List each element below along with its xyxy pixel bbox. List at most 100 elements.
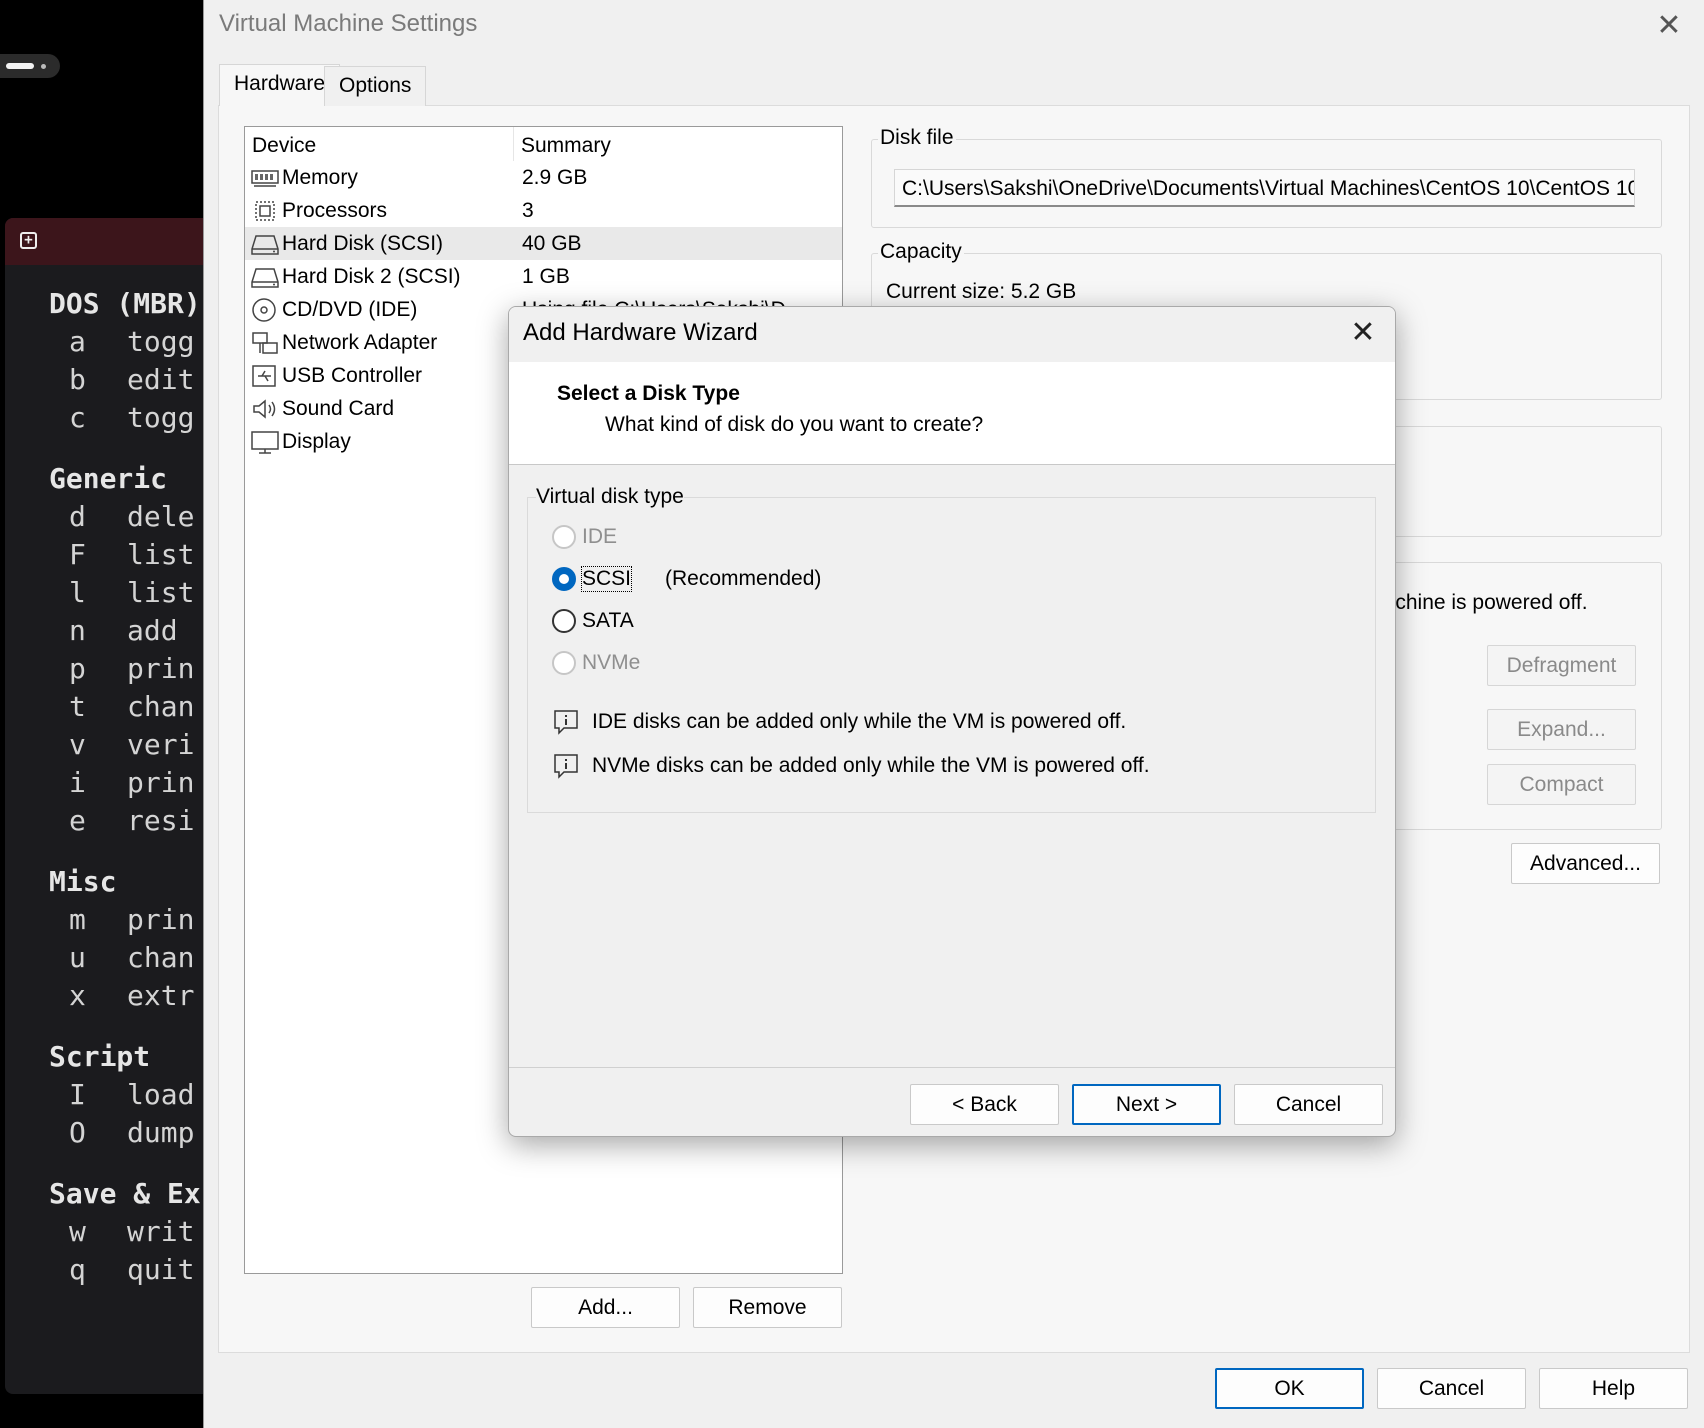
radio-nvme[interactable]: NVMe xyxy=(552,648,640,678)
terminal-command-row: i prin xyxy=(49,764,225,802)
column-header-summary[interactable]: Summary xyxy=(514,127,618,161)
radio-button-sata[interactable] xyxy=(552,609,576,633)
radio-label-ide: IDE xyxy=(582,525,618,548)
current-size-label: Current size: xyxy=(886,280,1006,303)
current-size-text: Current size: 5.2 GB xyxy=(886,280,1076,304)
taskbar-pill[interactable] xyxy=(0,54,60,78)
command-key: n xyxy=(69,614,86,647)
command-key: w xyxy=(69,1215,86,1248)
terminal-command-row: Odump xyxy=(49,1114,225,1152)
command-description: togg xyxy=(127,325,195,358)
column-header-device[interactable]: Device xyxy=(245,127,514,161)
virtual-disk-type-label: Virtual disk type xyxy=(536,485,684,509)
command-description: prin xyxy=(127,903,195,936)
terminal-command-row: v veri xyxy=(49,726,225,764)
wizard-footer-divider xyxy=(509,1067,1395,1068)
device-summary: 1 GB xyxy=(522,264,570,288)
radio-label-scsi: SCSI xyxy=(580,566,633,592)
terminal-section: Generic d dele Flist l list n add p prin t chan v ver… xyxy=(49,460,225,840)
close-icon[interactable]: ✕ xyxy=(1343,313,1383,353)
command-description: togg xyxy=(127,401,195,434)
cancel-button[interactable]: Cancel xyxy=(1377,1368,1526,1409)
device-cell: Network Adapter xyxy=(245,330,514,356)
device-summary: 3 xyxy=(522,198,534,222)
device-name: Memory xyxy=(282,165,358,189)
speaker-icon xyxy=(253,398,276,419)
device-cell: USB Controller xyxy=(245,363,514,389)
command-key: b xyxy=(69,363,86,396)
device-row[interactable]: Hard Disk (SCSI) 40 GB xyxy=(245,227,842,260)
radio-scsi[interactable]: SCSI (Recommended) xyxy=(552,564,821,594)
device-name: Processors xyxy=(282,198,388,222)
device-summary: 2.9 GB xyxy=(522,165,588,189)
terminal-command-row: c togg xyxy=(49,399,225,437)
device-summary: 40 GB xyxy=(522,231,582,255)
command-key: e xyxy=(69,804,86,837)
expand-button[interactable]: Expand... xyxy=(1487,709,1636,750)
command-key: x xyxy=(69,979,86,1012)
terminal-command-row: m prin xyxy=(49,901,225,939)
device-cell: CD/DVD (IDE) xyxy=(245,297,514,323)
info-message-nvme: NVMe disks can be added only while the V… xyxy=(552,752,1150,780)
terminal-section-heading: Misc xyxy=(49,865,117,898)
device-name: Hard Disk 2 (SCSI) xyxy=(282,264,461,288)
command-key: c xyxy=(69,401,86,434)
terminal-command-row: e resi xyxy=(49,802,225,840)
cd-dvd-icon xyxy=(252,297,276,322)
help-button[interactable]: Help xyxy=(1539,1368,1688,1409)
terminal-command-row: d dele xyxy=(49,498,225,536)
wizard-title: Add Hardware Wizard xyxy=(523,319,758,346)
wizard-subheading: What kind of disk do you want to create? xyxy=(605,413,984,436)
device-row[interactable]: Memory 2.9 GB xyxy=(245,161,842,194)
command-key: p xyxy=(69,652,86,685)
radio-button-nvme[interactable] xyxy=(552,651,576,675)
command-key: i xyxy=(69,766,86,799)
command-description: extr xyxy=(127,979,195,1012)
pill-bar xyxy=(6,63,34,69)
compact-button[interactable]: Compact xyxy=(1487,764,1636,805)
ok-button[interactable]: OK xyxy=(1215,1368,1364,1409)
terminal-section: Save & Ex w writ q quit xyxy=(49,1175,225,1289)
terminal-window: + DOS (MBR) a togg b edit c togg Generic d dele Fl… xyxy=(5,218,225,1394)
add-button[interactable]: Add... xyxy=(531,1287,680,1328)
terminal-command-row: n add xyxy=(49,612,225,650)
new-tab-icon[interactable]: + xyxy=(20,232,37,249)
terminal-section-heading: Save & Ex xyxy=(49,1177,201,1210)
monitor-icon xyxy=(251,430,279,454)
command-key: l xyxy=(69,576,86,609)
terminal-command-row: p prin xyxy=(49,650,225,688)
terminal-command-row: t chan xyxy=(49,688,225,726)
device-cell: Processors xyxy=(245,198,514,224)
back-button[interactable]: < Back xyxy=(910,1084,1059,1125)
terminal-command-row: w writ xyxy=(49,1213,225,1251)
tab-options[interactable]: Options xyxy=(324,66,427,106)
network-adapter-icon xyxy=(252,331,278,354)
radio-button-scsi[interactable] xyxy=(552,567,576,591)
defragment-button[interactable]: Defragment xyxy=(1487,645,1636,686)
close-icon[interactable]: ✕ xyxy=(1649,8,1689,44)
radio-button-ide[interactable] xyxy=(552,525,576,549)
recommended-note: (Recommended) xyxy=(665,567,822,590)
advanced-button[interactable]: Advanced... xyxy=(1511,843,1660,884)
device-row[interactable]: Processors 3 xyxy=(245,194,842,227)
command-key: t xyxy=(69,690,86,723)
memory-icon xyxy=(251,169,279,187)
powered-off-note: nachine is powered off. xyxy=(1372,591,1588,614)
processor-icon xyxy=(255,200,275,221)
command-description: edit xyxy=(127,363,195,396)
command-key: u xyxy=(69,941,86,974)
wizard-cancel-button[interactable]: Cancel xyxy=(1234,1084,1383,1125)
tab-hardware[interactable]: Hardware xyxy=(219,64,341,106)
command-description: list xyxy=(127,576,195,609)
disk-file-field[interactable]: C:\Users\Sakshi\OneDrive\Documents\Virtu… xyxy=(894,169,1635,207)
radio-ide[interactable]: IDE xyxy=(552,522,617,552)
radio-sata[interactable]: SATA xyxy=(552,606,634,636)
device-cell: Memory xyxy=(245,165,514,191)
command-description: chan xyxy=(127,690,195,723)
current-size-value: 5.2 GB xyxy=(1010,280,1077,303)
device-row[interactable]: Hard Disk 2 (SCSI) 1 GB xyxy=(245,260,842,293)
radio-label-nvme: NVMe xyxy=(582,651,641,674)
next-button[interactable]: Next > xyxy=(1072,1084,1221,1125)
remove-button[interactable]: Remove xyxy=(693,1287,842,1328)
terminal-content: DOS (MBR) a togg b edit c togg Generic d dele Flis… xyxy=(5,265,225,1289)
